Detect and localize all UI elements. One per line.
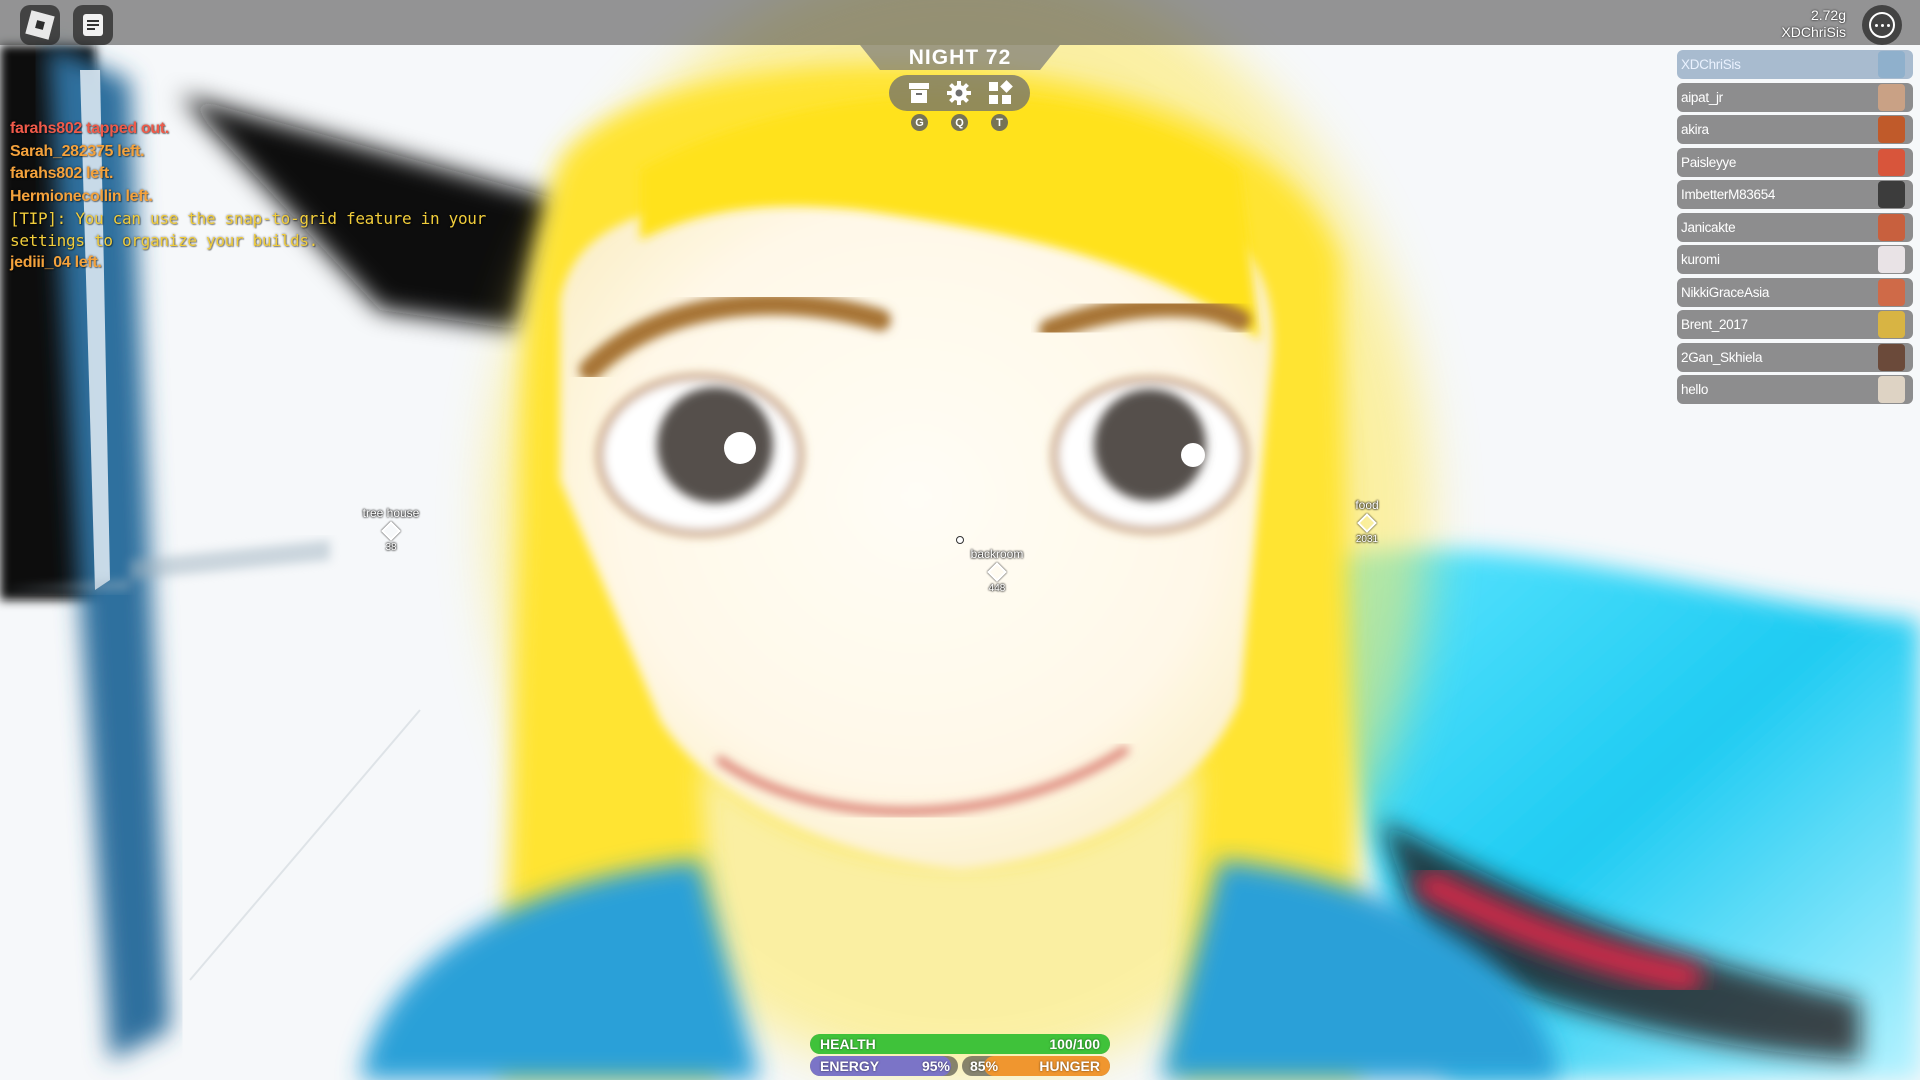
waypoint-distance: 448 — [988, 583, 1006, 594]
chat-toggle-button[interactable] — [73, 5, 113, 45]
username-label: XDChriSis — [1781, 24, 1846, 40]
energy-bar: ENERGY 95% — [810, 1056, 958, 1076]
avatar — [1878, 51, 1905, 78]
avatar — [1878, 213, 1905, 241]
player-name: Janicakte — [1681, 219, 1736, 235]
avatar — [1878, 246, 1905, 273]
hunger-bar: 85% HUNGER — [962, 1056, 1110, 1076]
waypoint-backroom: backroom 448 — [952, 547, 1042, 594]
inventory-button[interactable] — [906, 80, 932, 106]
player-row[interactable]: akira — [1677, 115, 1913, 144]
player-name: 2Gan_Skhiela — [1681, 349, 1763, 365]
chat-message: farahs802 tapped out. — [10, 120, 170, 137]
waypoint-marker-icon — [1357, 513, 1377, 533]
player-row[interactable]: NikkiGraceAsia — [1677, 277, 1913, 307]
player-name: Brent_2017 — [1681, 317, 1748, 332]
waypoint-distance: 2031 — [1355, 534, 1379, 545]
chat-tip-message: [TIP]: You can use the snap-to-grid feat… — [10, 209, 486, 250]
avatar — [1878, 181, 1905, 208]
night-counter: NIGHT 72 — [860, 45, 1060, 70]
avatar — [1878, 343, 1905, 371]
player-row[interactable]: hello — [1677, 375, 1913, 404]
player-row[interactable]: Janicakte — [1677, 212, 1913, 242]
settings-button[interactable] — [946, 80, 972, 106]
chat-log: farahs802 tapped out. Sarah_282375 left.… — [10, 118, 530, 275]
player-name: XDChriSis — [1681, 57, 1741, 72]
settings-gear-icon — [947, 81, 972, 105]
waypoint-label: backroom — [970, 547, 1024, 561]
avatar — [1878, 278, 1905, 306]
health-value: 100/100 — [1049, 1036, 1100, 1052]
energy-label: ENERGY — [820, 1058, 880, 1074]
more-options-icon — [1869, 12, 1895, 38]
chat-message: farahs802 left. — [10, 165, 114, 182]
more-options-button[interactable] — [1862, 5, 1902, 45]
player-row[interactable]: ImbetterM83654 — [1677, 180, 1913, 209]
waypoint-label: tree house — [362, 506, 420, 520]
player-row[interactable]: 2Gan_Skhiela — [1677, 342, 1913, 372]
avatar — [1878, 376, 1905, 403]
avatar — [1878, 116, 1905, 143]
waypoint-marker-icon — [381, 521, 401, 541]
energy-value: 95% — [921, 1058, 950, 1074]
avatar — [1878, 148, 1905, 176]
player-row[interactable]: XDChriSis — [1677, 50, 1913, 79]
waypoint-food: food 2031 — [1322, 498, 1412, 545]
player-row[interactable]: aipat_jr — [1677, 82, 1913, 112]
currency-amount: 2.72g — [1810, 7, 1846, 23]
night-label: NIGHT 72 — [908, 45, 1012, 69]
player-name: aipat_jr — [1681, 89, 1723, 105]
inventory-key-hint: G — [911, 114, 928, 131]
build-key-hint: T — [991, 114, 1008, 131]
waypoint-marker-icon — [987, 562, 1007, 582]
player-name: NikkiGraceAsia — [1681, 284, 1770, 300]
player-row[interactable]: kuromi — [1677, 245, 1913, 274]
roblox-logo-icon — [25, 10, 55, 40]
chat-icon — [83, 14, 103, 36]
player-name: akira — [1681, 122, 1709, 137]
chat-message: Sarah_282375 left. — [10, 142, 145, 160]
player-name: kuromi — [1681, 252, 1720, 267]
chat-message: Hermionecollin left. — [10, 187, 153, 205]
health-bar: HEALTH 100/100 — [810, 1034, 1110, 1054]
waypoint-label: food — [1355, 498, 1379, 512]
hunger-label: HUNGER — [1039, 1058, 1100, 1074]
build-grid-icon — [988, 80, 1013, 104]
player-name: hello — [1681, 382, 1709, 397]
player-row[interactable]: Paisleyye — [1677, 147, 1913, 177]
avatar — [1878, 311, 1905, 338]
inventory-box-icon — [909, 83, 930, 103]
tool-bar — [889, 75, 1030, 111]
hunger-value: 85% — [970, 1058, 999, 1074]
chat-message: jediii_04 left. — [10, 254, 102, 271]
player-name: ImbetterM83654 — [1681, 187, 1776, 202]
build-button[interactable] — [987, 80, 1013, 106]
avatar — [1878, 83, 1905, 111]
player-name: Paisleyye — [1681, 154, 1737, 170]
waypoint-distance: 38 — [385, 542, 397, 553]
account-info: 2.72g XDChriSis — [1781, 7, 1846, 41]
top-bar — [0, 0, 1920, 45]
crosshair — [956, 536, 964, 544]
player-list: XDChriSis aipat_jr akira Paisleyye Imbet… — [1677, 50, 1913, 408]
player-row[interactable]: Brent_2017 — [1677, 310, 1913, 339]
health-label: HEALTH — [820, 1036, 876, 1052]
roblox-menu-button[interactable] — [20, 5, 60, 45]
settings-key-hint: Q — [951, 114, 968, 131]
waypoint-tree-house: tree house 38 — [346, 506, 436, 553]
